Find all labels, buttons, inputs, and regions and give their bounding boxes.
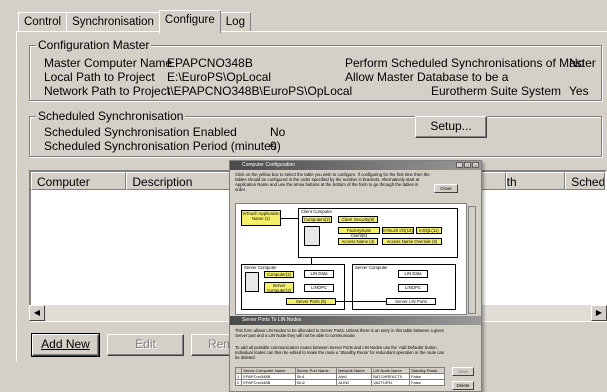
access-name-box[interactable]: Access Name (4) <box>338 238 378 245</box>
delete-button[interactable]: Delete <box>452 381 474 390</box>
table-cell: False <box>409 379 445 386</box>
lin-data-right-box: LIN Data <box>398 270 428 278</box>
network-path-label: Network Path to Project <box>44 84 171 98</box>
allow-master-db-label: Allow Master Database to be a <box>345 70 509 84</box>
edit-button[interactable]: Edit <box>107 334 184 356</box>
overlay-instructions: Click on the yellow box to select the ta… <box>235 172 430 192</box>
column-schedule[interactable]: Schedu <box>565 172 606 190</box>
perform-scheduled-sync-label: Perform Scheduled Synchronisations of Ma… <box>345 56 596 70</box>
sync-enabled-value: No <box>270 125 286 139</box>
sync-enabled-label: Scheduled Synchronisation Enabled <box>44 125 237 139</box>
server-ports-box[interactable]: Server Ports (6) <box>286 298 336 305</box>
table-row[interactable]: 2 EPAPCno348B Sin2 ALIN2 VAZTURN False <box>234 379 445 386</box>
perform-scheduled-sync-value: No <box>569 56 585 70</box>
sync-period-label: Scheduled Synchronisation Period (minute… <box>44 139 281 153</box>
sub-window-title-bar: Server Ports To LIN Nodes <box>230 316 481 325</box>
save-button[interactable]: Save <box>452 367 474 376</box>
computers-box[interactable]: Computers(2) <box>302 216 332 223</box>
client-security-box[interactable]: Client Security(9) <box>338 216 378 223</box>
main-window: Control Synchronisation Configure Log Co… <box>0 0 607 392</box>
intouch-io-box[interactable]: InTouch I/O(10) <box>382 227 414 234</box>
scroll-left-icon[interactable]: ◀ <box>29 305 45 321</box>
computer-configuration-overlay: Computer Configuration _ □ × Click on th… <box>229 160 482 392</box>
tab-strip: Control Synchronisation Configure Log <box>18 10 251 33</box>
sub-window-title: Server Ports To LIN Nodes <box>242 317 302 323</box>
sub-window-text-1: This form allows LIN Nodes to be allocat… <box>235 328 445 338</box>
scheduled-sync-legend: Scheduled Synchronisation <box>36 109 186 123</box>
connector-line <box>281 218 298 219</box>
lin-data-left-box: LIN Data <box>304 270 334 278</box>
table-header-row: Server Computer Name Server Port Name Ne… <box>234 367 445 374</box>
configuration-master-legend: Configuration Master <box>36 38 152 52</box>
computer-tower-icon <box>304 226 320 246</box>
edit-label: Edit <box>135 337 156 351</box>
tab-synchronisation[interactable]: Synchronisation <box>66 12 160 32</box>
configuration-diagram: InTouch Application Name (1) Client Comp… <box>235 203 467 315</box>
table-row[interactable]: 1 EPAPCno348B Sin1 Alin1 BATCHREACT0 Fal… <box>234 373 445 380</box>
server-lin-ports-box: Server LIN Ports <box>386 298 436 305</box>
table-cell: ALIN2 <box>336 379 373 386</box>
local-path-label: Local Path to Project <box>44 70 155 84</box>
eurotherm-suite-label: Eurotherm Suite System <box>431 84 562 98</box>
sub-window-body: This form allows LIN Nodes to be allocat… <box>230 325 481 391</box>
server-computer-right-label: Server Computer <box>355 265 388 270</box>
overlay-close-button[interactable]: Close <box>434 184 458 193</box>
tab-control[interactable]: Control <box>18 12 68 32</box>
intouch-app-box[interactable]: InTouch Application Name (1) <box>241 210 281 226</box>
connector-line <box>311 258 312 264</box>
column-path[interactable]: th <box>505 172 566 190</box>
overlay-window-controls: _ □ × <box>456 162 479 168</box>
overlay-title-bar: Computer Configuration _ □ × <box>230 161 481 170</box>
sub-window-text-2: To add all possible communication routes… <box>235 345 445 360</box>
overlay-title: Computer Configuration <box>242 162 296 168</box>
overlay-side-scroll <box>468 206 476 314</box>
local-path-value: E:\EuroPS\OpLocal <box>167 70 272 84</box>
overlay-body: Click on the yellow box to select the ta… <box>230 170 481 316</box>
server-computer-left-label: Server Computer <box>244 265 277 270</box>
table-cell: VAZTURN <box>371 379 411 386</box>
scroll-right-icon[interactable]: ▶ <box>591 305 607 321</box>
sync-period-value: 0 <box>270 139 277 153</box>
server-ports-table[interactable]: Server Computer Name Server Port Name Ne… <box>234 367 445 386</box>
table-cell: EPAPCno348B <box>241 379 296 386</box>
server-computers-box[interactable]: Computer(2) <box>264 271 294 278</box>
client-computer-label: Client Computer <box>301 209 333 214</box>
eurotherm-suite-value: Yes <box>569 84 589 98</box>
master-computer-name-label: Master Computer Name <box>44 56 173 70</box>
column-computer[interactable]: Computer <box>31 172 127 190</box>
close-icon[interactable]: × <box>472 162 479 168</box>
tab-configure[interactable]: Configure <box>158 10 221 33</box>
add-new-label: Add New <box>41 337 90 351</box>
factorysuite-box[interactable]: FactorySuite Client(6) <box>338 227 380 238</box>
maximize-icon[interactable]: □ <box>464 162 471 168</box>
server-tower-icon <box>245 272 259 292</box>
insql-box[interactable]: InSQL(11) <box>416 227 442 234</box>
lin-opc-right-box: LINOPC <box>398 284 428 292</box>
add-new-button[interactable]: Add New <box>31 333 100 357</box>
minimize-icon[interactable]: _ <box>456 162 463 168</box>
server-computer-box[interactable]: Server Computer(3) <box>264 282 294 293</box>
connector-line <box>336 301 386 302</box>
network-path-value: \\EPAPCNO348B\EuroPS\OpLocal <box>167 84 353 98</box>
master-computer-name-value: EPAPCNO348B <box>167 56 253 70</box>
lin-opc-left-box: LINOPC <box>304 284 334 292</box>
table-cell: Sin2 <box>294 379 338 386</box>
access-name-override-box[interactable]: Access Name Override (5) <box>382 238 442 245</box>
setup-button[interactable]: Setup... <box>415 116 487 138</box>
tab-log[interactable]: Log <box>219 12 251 32</box>
setup-button-label: Setup... <box>430 119 472 133</box>
